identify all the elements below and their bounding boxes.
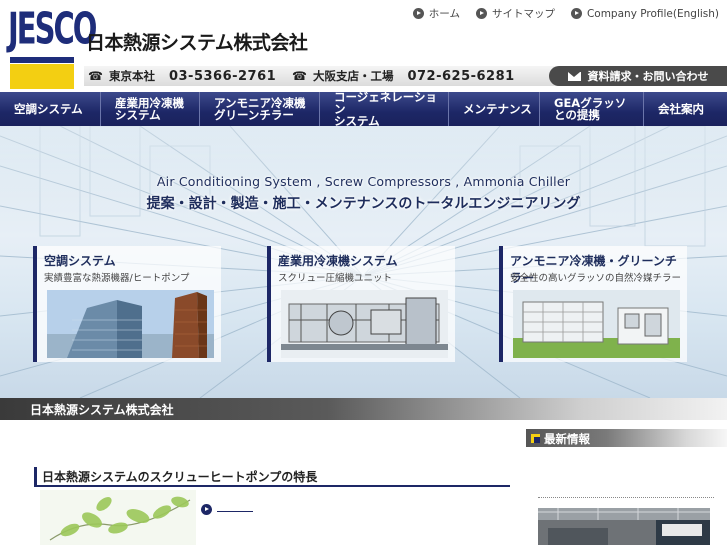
- osaka-phone-number: 072-625-6281: [407, 68, 515, 84]
- tokyo-office-label: 東京本社: [108, 69, 155, 83]
- nav-item-gea-partnership[interactable]: GEAグラッソ との提携: [540, 92, 644, 126]
- more-link-underline: [217, 511, 253, 512]
- leaf-photo: [40, 490, 196, 545]
- osaka-office-label: 大阪支店・工場: [312, 69, 394, 83]
- osaka-phone: ☎ 大阪支店・工場 072-625-6281: [292, 68, 515, 84]
- news-header: 最新情報: [526, 429, 727, 447]
- feature-more-link[interactable]: [201, 504, 253, 515]
- page: JESCO 日本熱源システム株式会社 ホーム サイトマップ Company Pr…: [0, 0, 727, 545]
- home-link-label: ホーム: [428, 8, 460, 20]
- hero-tagline-english: Air Conditioning System , Screw Compress…: [156, 174, 571, 189]
- feature-heading-text: 日本熱源システムのスクリューヒートポンプの特長: [42, 470, 318, 484]
- english-profile-link[interactable]: Company Profile(English): [570, 6, 719, 21]
- top-links: ホーム サイトマップ Company Profile(English): [412, 6, 719, 21]
- nav-item-company-info[interactable]: 会社案内: [644, 92, 727, 126]
- circle-arrow-icon: [475, 8, 487, 19]
- green-chiller-photo: [513, 290, 680, 358]
- square-bullet-icon: [531, 434, 540, 443]
- card-ammonia-chiller[interactable]: アンモニア冷凍機・グリーンチラー 安全性の高いグラッソの自然冷媒チラー: [499, 246, 687, 362]
- nav-item-label: 空調システム: [14, 102, 83, 116]
- inquiry-button[interactable]: 資料請求・お問い合わせ: [549, 66, 727, 86]
- nav-item-industrial-refrigeration[interactable]: 産業用冷凍機 システム: [101, 92, 200, 126]
- mail-icon: [567, 71, 581, 81]
- nav-item-label: アンモニア冷凍機 グリーンチラー: [214, 96, 306, 122]
- english-profile-link-label: Company Profile(English): [586, 7, 719, 20]
- inquiry-label: 資料請求・お問い合わせ: [587, 70, 709, 83]
- site-header: JESCO 日本熱源システム株式会社 ホーム サイトマップ Company Pr…: [0, 0, 727, 92]
- nav-item-ammonia-chiller[interactable]: アンモニア冷凍機 グリーンチラー: [200, 92, 320, 126]
- tokyo-phone: ☎ 東京本社 03-5366-2761: [88, 68, 276, 84]
- main-content: 日本熱源システムのスクリューヒートポンプの特長 最新情報: [0, 420, 727, 545]
- card-subtitle: 実績豊富な熱源機器/ヒートポンプ: [44, 273, 190, 284]
- phone-icon: ☎: [292, 69, 307, 83]
- office-building-photo: [47, 290, 214, 358]
- company-name: 日本熱源システム株式会社: [86, 32, 308, 54]
- home-link[interactable]: ホーム: [412, 6, 460, 21]
- tokyo-phone-number: 03-5366-2761: [168, 68, 277, 84]
- card-subtitle: スクリュー圧縮機ユニット: [278, 273, 393, 284]
- logo-yellow-block: [10, 64, 74, 89]
- phone-icon: ☎: [88, 69, 103, 83]
- nav-item-air-conditioning[interactable]: 空調システム: [0, 92, 101, 126]
- circle-arrow-icon: [201, 504, 212, 515]
- news-divider: [538, 497, 714, 498]
- circle-arrow-icon: [570, 8, 582, 19]
- hero-tagline-japanese: 提案・設計・製造・施工・メンテナンスのトータルエンジニアリング: [146, 196, 581, 212]
- nav-item-maintenance[interactable]: メンテナンス: [449, 92, 540, 126]
- jesco-logo[interactable]: JESCO: [8, 3, 97, 89]
- card-title: 空調システム: [44, 254, 116, 268]
- section-header: 日本熱源システム株式会社: [0, 398, 727, 420]
- news-title: 最新情報: [544, 432, 590, 446]
- nav-item-label: 産業用冷凍機 システム: [115, 96, 184, 122]
- card-subtitle: 安全性の高いグラッソの自然冷媒チラー: [510, 273, 682, 284]
- nav-item-label: コージェネレーション システム: [334, 90, 438, 128]
- card-air-conditioning[interactable]: 空調システム 実績豊富な熱源機器/ヒートポンプ: [33, 246, 221, 362]
- feature-heading: 日本熱源システムのスクリューヒートポンプの特長: [34, 467, 510, 487]
- sitemap-link[interactable]: サイトマップ: [475, 6, 555, 21]
- main-nav: 空調システム 産業用冷凍機 システム アンモニア冷凍機 グリーンチラー コージェ…: [0, 90, 727, 128]
- nav-item-label: メンテナンス: [463, 102, 532, 116]
- nav-item-label: GEAグラッソ との提携: [554, 96, 627, 122]
- hero-banner: Air Conditioning System , Screw Compress…: [0, 126, 727, 398]
- card-industrial-refrigeration[interactable]: 産業用冷凍機システム スクリュー圧縮機ユニット: [267, 246, 455, 362]
- contact-bar: ☎ 東京本社 03-5366-2761 ☎ 大阪支店・工場 072-625-62…: [84, 66, 727, 86]
- news-exhibition-photo[interactable]: [538, 508, 710, 545]
- circle-arrow-icon: [412, 8, 424, 19]
- nav-item-label: 会社案内: [658, 102, 704, 116]
- card-title: 産業用冷凍機システム: [278, 254, 398, 268]
- logo-navy-stripe: [10, 57, 74, 63]
- sitemap-link-label: サイトマップ: [491, 8, 555, 20]
- section-title: 日本熱源システム株式会社: [30, 403, 174, 417]
- screw-compressor-photo: [281, 290, 448, 358]
- nav-item-cogeneration[interactable]: コージェネレーション システム: [320, 90, 449, 128]
